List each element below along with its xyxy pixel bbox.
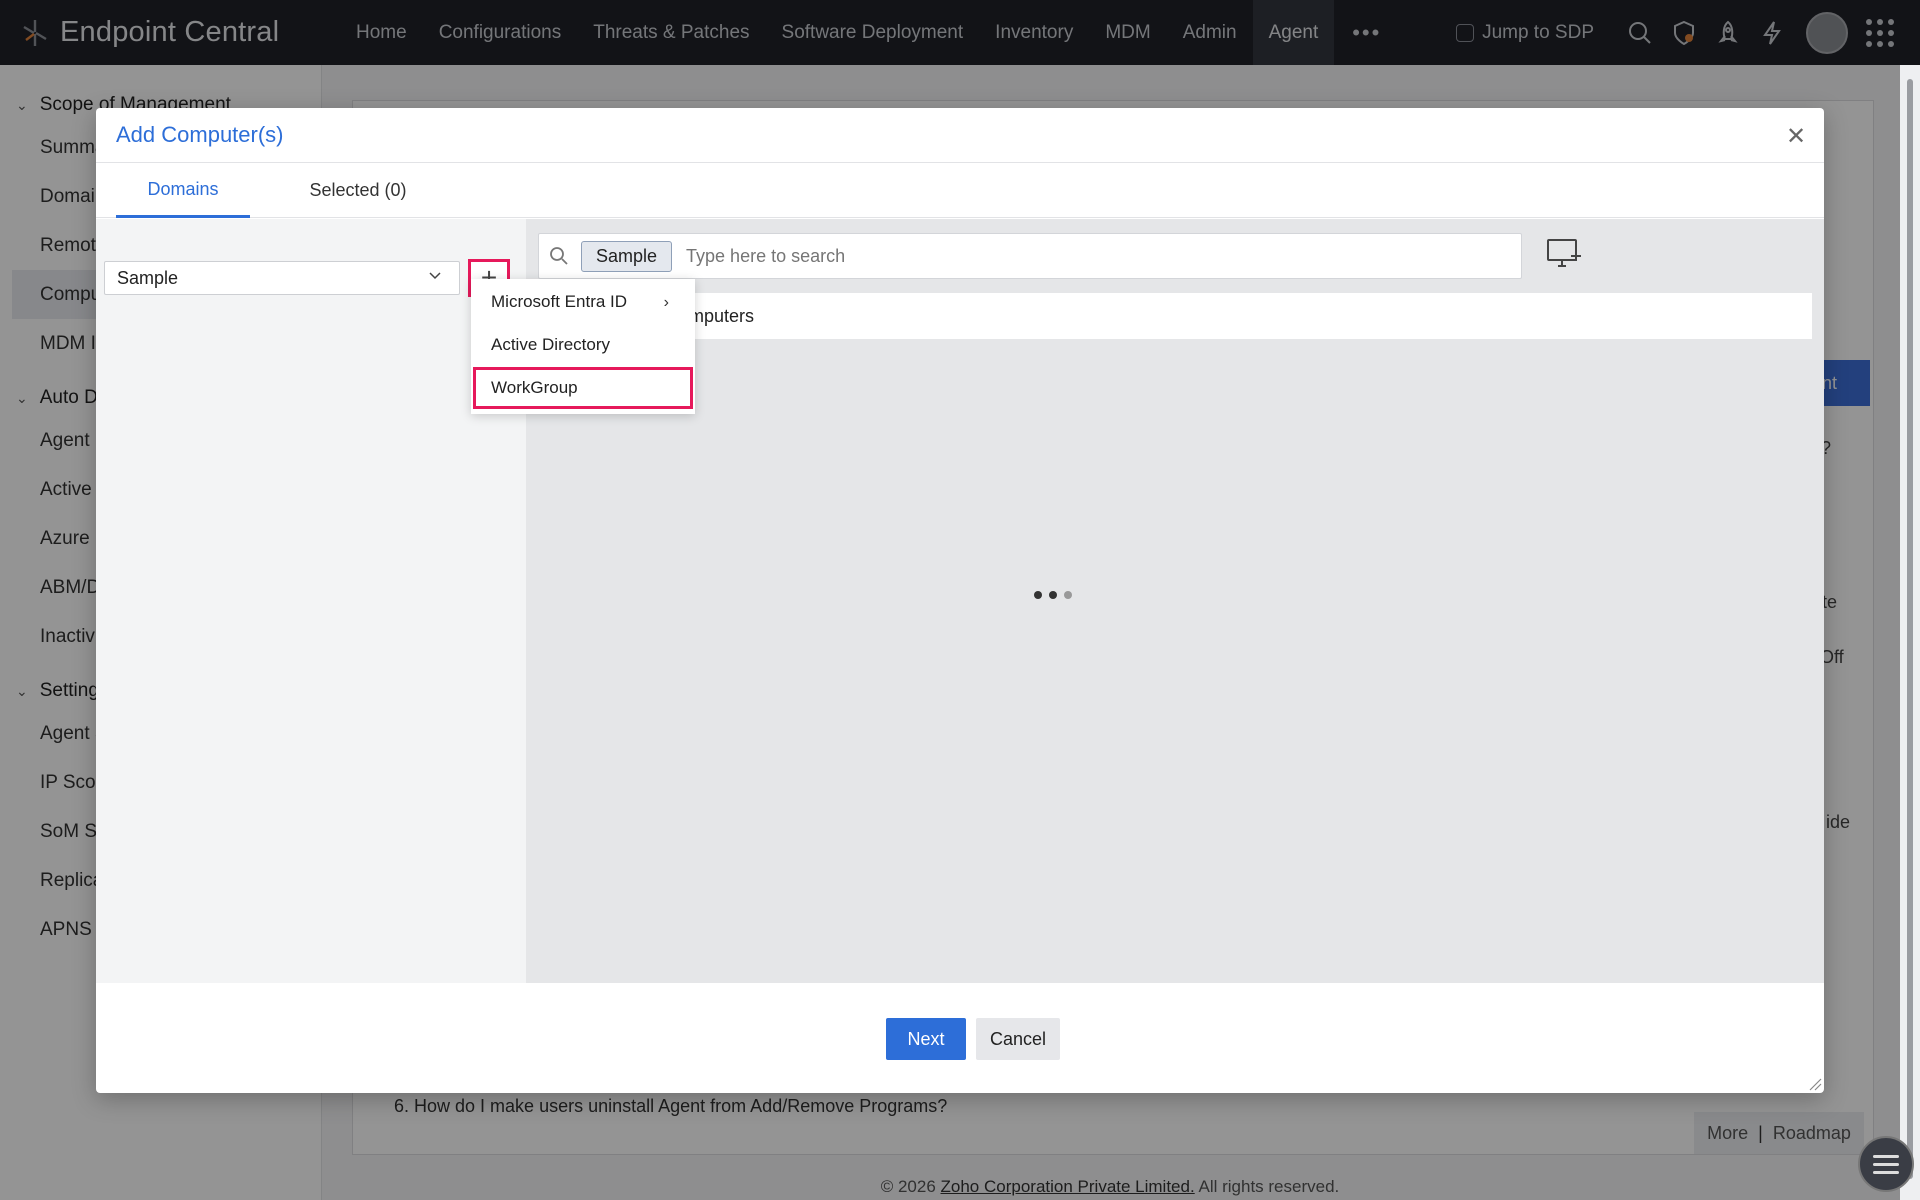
chevron-right-icon: ›: [663, 294, 669, 311]
dialog-footer: Next Cancel: [96, 1018, 1824, 1060]
domain-filter-chip[interactable]: Sample: [581, 240, 673, 272]
page-scrollbar[interactable]: [1900, 65, 1920, 1200]
dialog-header: Add Computer(s): [96, 108, 1824, 163]
menu-item-entra-id[interactable]: Microsoft Entra ID ›: [471, 281, 695, 323]
menu-item-workgroup[interactable]: WorkGroup: [473, 367, 693, 409]
domain-select-value: Sample: [117, 267, 179, 288]
chat-menu-button[interactable]: [1858, 1136, 1914, 1192]
search-bar: Sample: [538, 233, 1522, 279]
tab-selected[interactable]: Selected (0): [250, 163, 466, 218]
search-input[interactable]: [686, 245, 1521, 267]
add-computer-icon[interactable]: [1546, 237, 1584, 271]
resize-handle-icon[interactable]: [1808, 1077, 1822, 1091]
domain-select[interactable]: Sample: [104, 261, 460, 295]
menu-item-active-directory[interactable]: Active Directory: [471, 324, 695, 366]
domain-pane: Sample +: [96, 219, 526, 983]
add-domain-menu: Microsoft Entra ID › Active Directory Wo…: [471, 279, 695, 414]
computers-list-row[interactable]: Computers: [538, 293, 1812, 339]
close-icon[interactable]: ✕: [1782, 122, 1810, 150]
dialog-title: Add Computer(s): [116, 122, 284, 147]
loading-indicator: [1034, 591, 1072, 599]
cancel-button[interactable]: Cancel: [976, 1018, 1060, 1060]
add-computers-dialog: Add Computer(s) ✕ Domains Selected (0) S…: [96, 108, 1824, 1093]
dialog-tabs: Domains Selected (0): [96, 163, 1824, 218]
search-icon: [550, 247, 568, 265]
chevron-down-icon: [429, 272, 441, 280]
tab-domains[interactable]: Domains: [116, 163, 250, 218]
next-button[interactable]: Next: [886, 1018, 966, 1060]
computers-pane: Sample Computers: [526, 219, 1824, 983]
